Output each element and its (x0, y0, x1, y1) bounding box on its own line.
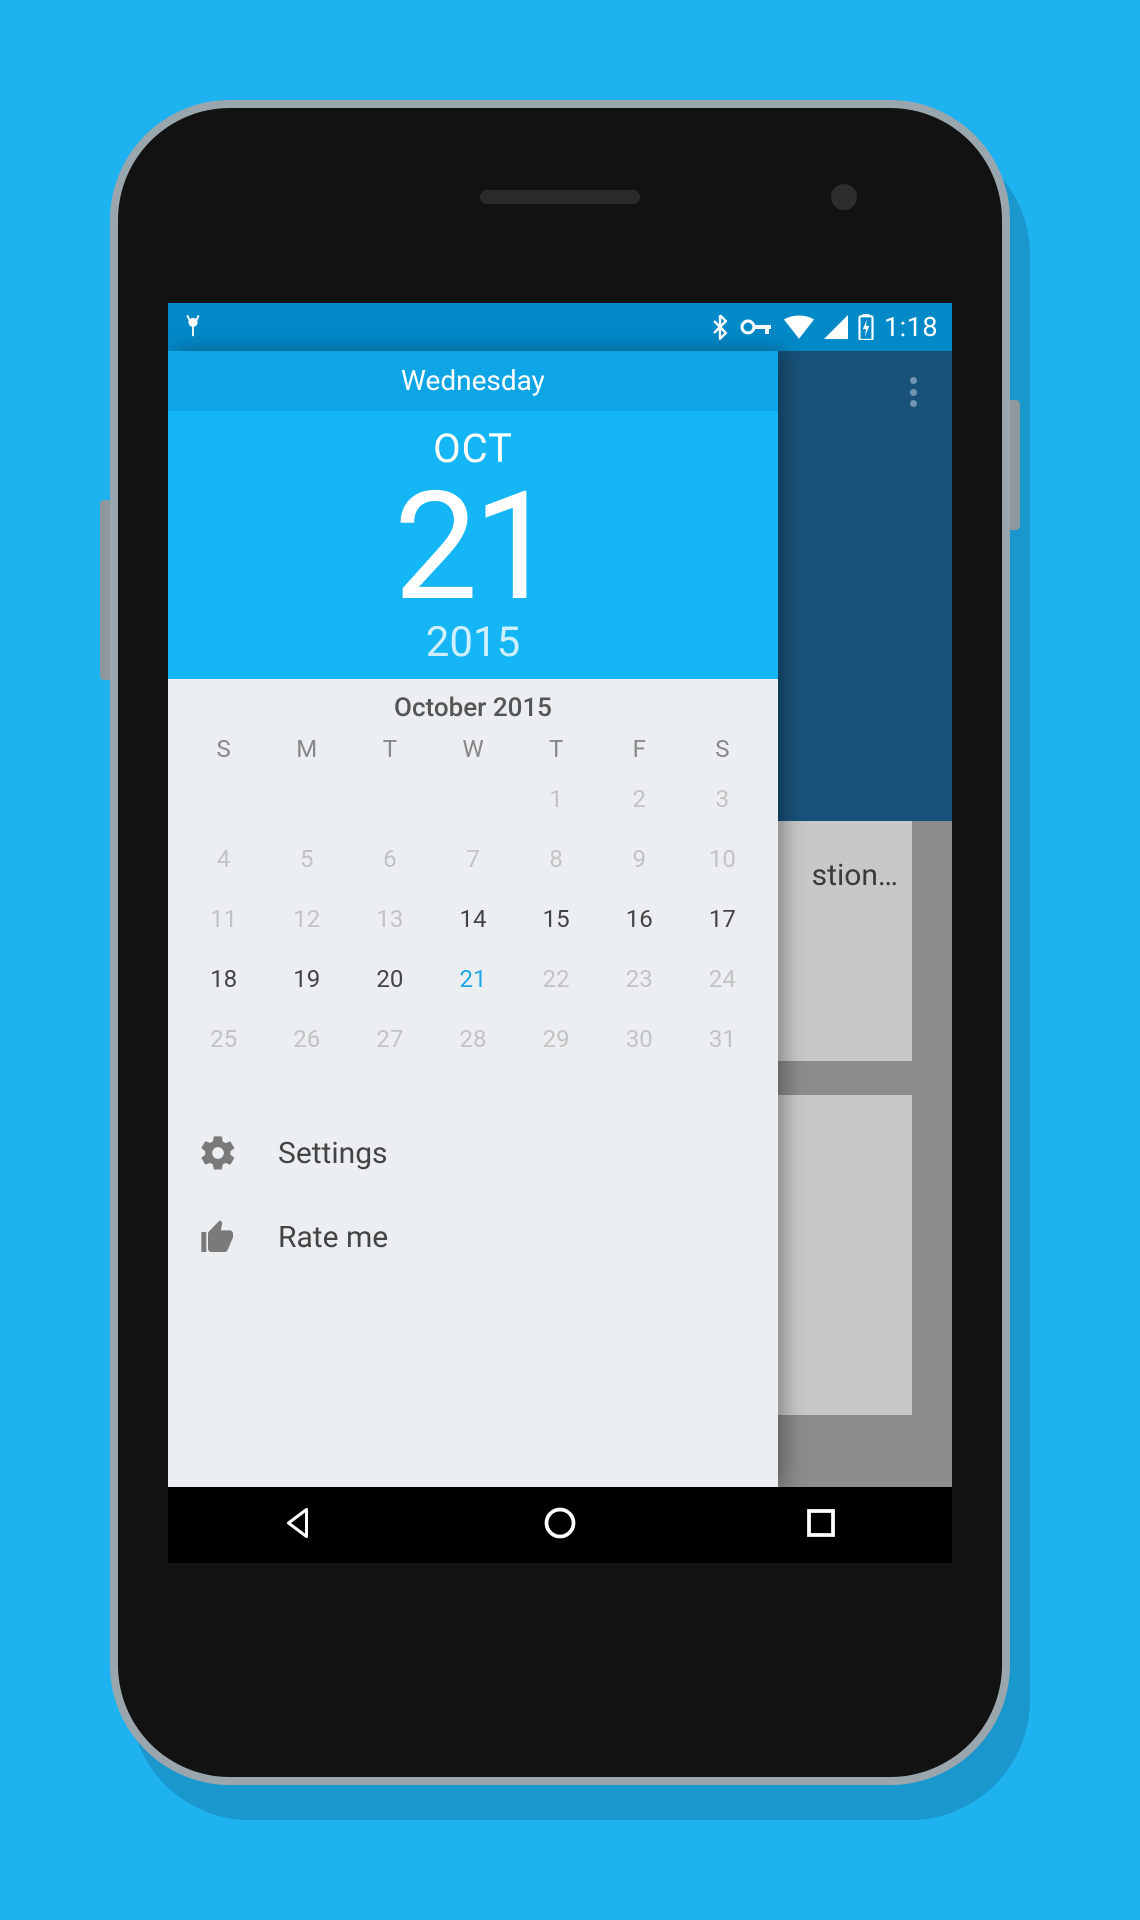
calendar-day[interactable]: 28 (431, 1015, 514, 1063)
calendar-title: October 2015 (168, 693, 778, 723)
calendar-day (182, 775, 265, 823)
calendar-day[interactable]: 23 (598, 955, 681, 1003)
android-debug-icon (182, 315, 204, 339)
calendar-day[interactable]: 7 (431, 835, 514, 883)
drawer-weekday: Wednesday (168, 351, 778, 411)
dow-header: W (431, 729, 514, 769)
card-peek-text: stion… (812, 858, 898, 893)
vpn-key-icon (740, 317, 774, 337)
calendar-day[interactable]: 2 (598, 775, 681, 823)
calendar-day[interactable]: 26 (265, 1015, 348, 1063)
wifi-icon (784, 315, 814, 339)
nav-drawer: Wednesday OCT 21 2015 October 2015 SMTWT… (168, 351, 778, 1487)
calendar-day[interactable]: 24 (681, 955, 764, 1003)
calendar-day[interactable]: 27 (348, 1015, 431, 1063)
calendar-day[interactable]: 17 (681, 895, 764, 943)
calendar-day[interactable]: 4 (182, 835, 265, 883)
dow-header: F (598, 729, 681, 769)
calendar-day[interactable]: 16 (598, 895, 681, 943)
drawer-date-hero: OCT 21 2015 (168, 411, 778, 679)
thumb-up-icon (198, 1217, 238, 1257)
drawer-day[interactable]: 21 (168, 472, 778, 622)
dow-header: S (681, 729, 764, 769)
bluetooth-icon (710, 314, 730, 340)
calendar-day[interactable]: 15 (515, 895, 598, 943)
calendar-day[interactable]: 3 (681, 775, 764, 823)
back-button[interactable] (281, 1505, 317, 1545)
status-clock: 1:18 (884, 311, 938, 343)
calendar-day[interactable]: 5 (265, 835, 348, 883)
dow-header: M (265, 729, 348, 769)
signal-icon (824, 315, 848, 339)
calendar-day[interactable]: 25 (182, 1015, 265, 1063)
calendar-day[interactable]: 14 (431, 895, 514, 943)
dow-header: T (515, 729, 598, 769)
calendar-day[interactable]: 30 (598, 1015, 681, 1063)
calendar-day[interactable]: 31 (681, 1015, 764, 1063)
status-bar: 1:18 (168, 303, 952, 351)
settings-menu-item[interactable]: Settings (168, 1111, 778, 1195)
overflow-menu-button[interactable] (898, 371, 928, 413)
rate-me-label: Rate me (278, 1220, 388, 1255)
drawer-year[interactable]: 2015 (168, 618, 778, 667)
calendar-day[interactable]: 8 (515, 835, 598, 883)
calendar-day[interactable]: 12 (265, 895, 348, 943)
calendar-day[interactable]: 13 (348, 895, 431, 943)
calendar-day-selected[interactable]: 21 (431, 955, 514, 1003)
rate-me-menu-item[interactable]: Rate me (168, 1195, 778, 1279)
recents-button[interactable] (803, 1505, 839, 1545)
dow-header: S (182, 729, 265, 769)
calendar-day[interactable]: 10 (681, 835, 764, 883)
calendar-day[interactable]: 22 (515, 955, 598, 1003)
battery-charging-icon (858, 314, 874, 340)
home-button[interactable] (542, 1505, 578, 1545)
calendar-day[interactable]: 19 (265, 955, 348, 1003)
calendar-day (431, 775, 514, 823)
settings-label: Settings (278, 1136, 388, 1171)
calendar-day[interactable]: 29 (515, 1015, 598, 1063)
phone-frame: 1:18 stion… Wednesday OCT 21 2015 Octobe… (110, 100, 1010, 1785)
calendar-day[interactable]: 1 (515, 775, 598, 823)
screen: 1:18 stion… Wednesday OCT 21 2015 Octobe… (168, 303, 952, 1563)
calendar-day[interactable]: 18 (182, 955, 265, 1003)
calendar-day[interactable]: 20 (348, 955, 431, 1003)
dow-header: T (348, 729, 431, 769)
calendar-day[interactable]: 6 (348, 835, 431, 883)
calendar-day[interactable]: 11 (182, 895, 265, 943)
calendar-day (348, 775, 431, 823)
gear-icon (198, 1133, 238, 1173)
calendar-day[interactable]: 9 (598, 835, 681, 883)
system-nav-bar (168, 1487, 952, 1563)
calendar-day (265, 775, 348, 823)
